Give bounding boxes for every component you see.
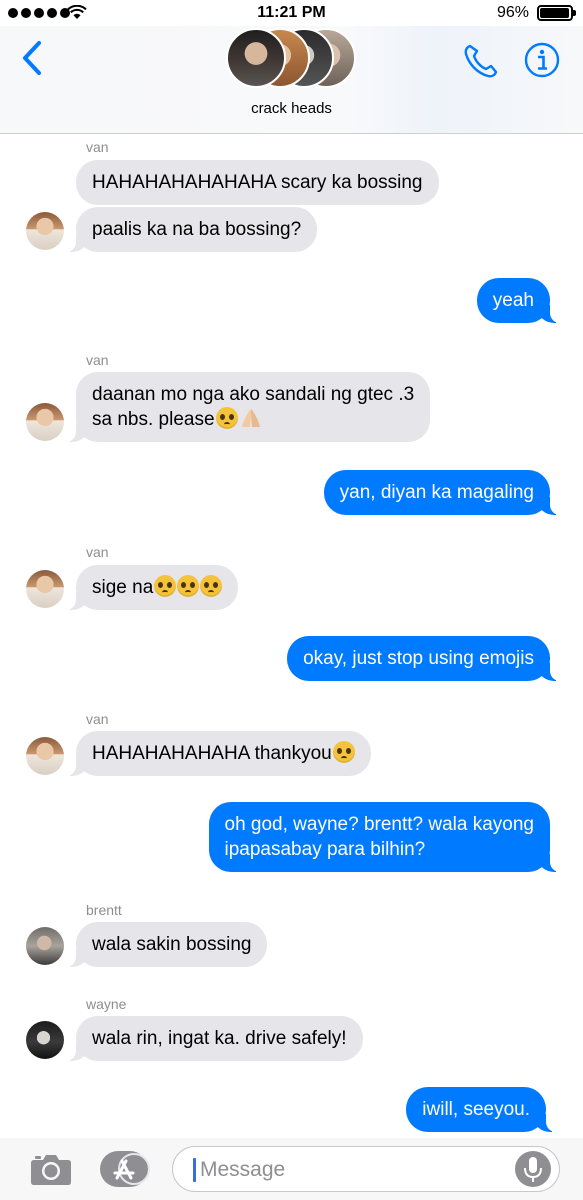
avatar[interactable]	[26, 212, 64, 250]
sender-name: van	[86, 139, 109, 155]
outgoing-message[interactable]: iwill, seeyou.	[406, 1087, 556, 1132]
pleading-face-emoji	[215, 407, 238, 429]
avatar[interactable]	[26, 927, 64, 965]
pleading-face-emoji	[332, 741, 355, 763]
back-chevron-icon[interactable]	[20, 40, 44, 76]
sender-name: van	[86, 711, 109, 727]
outgoing-message[interactable]: okay, just stop using emojis	[287, 636, 560, 681]
outgoing-message[interactable]: yeah	[476, 278, 561, 323]
pleading-face-emoji	[200, 575, 223, 597]
battery-percentage: 96%	[496, 4, 529, 21]
avatar[interactable]	[26, 737, 64, 775]
incoming-message[interactable]: HAHAHAHAHAHAHA scary ka bossing	[76, 160, 439, 205]
group-avatar-1	[226, 28, 286, 88]
status-bar: 11:21 PM 96%	[0, 0, 583, 26]
avatar[interactable]	[26, 570, 64, 608]
message-placeholder: Message	[200, 1158, 286, 1181]
battery-icon	[537, 5, 576, 21]
incoming-message[interactable]: daanan mo nga ako sandali ng gtec .3 sa …	[65, 372, 431, 442]
pleading-face-emoji	[177, 575, 200, 597]
outgoing-message[interactable]: yan, diyan ka magaling	[323, 470, 561, 515]
outgoing-message[interactable]: oh god, wayne? brentt? wala kayong ipapa…	[208, 802, 560, 872]
status-time: 11:21 PM	[257, 4, 326, 21]
sender-name: van	[86, 544, 109, 560]
pleading-face-emoji	[154, 575, 177, 597]
conversation-header: crack heads	[0, 26, 583, 134]
folded-hands-emoji	[241, 409, 260, 427]
phone-icon[interactable]	[462, 42, 500, 80]
avatar[interactable]	[26, 403, 64, 441]
camera-icon[interactable]	[30, 1152, 72, 1186]
avatar[interactable]	[26, 1021, 64, 1059]
sender-name: brentt	[86, 902, 122, 918]
message-input[interactable]: Message	[172, 1146, 560, 1192]
group-name[interactable]: crack heads	[0, 100, 583, 117]
incoming-message[interactable]: paalis ka na ba bossing?	[65, 207, 318, 252]
incoming-message[interactable]: sige na	[65, 565, 239, 610]
app-store-icon[interactable]	[100, 1151, 150, 1187]
microphone-icon[interactable]	[515, 1151, 551, 1187]
info-icon[interactable]	[524, 42, 560, 78]
group-avatars[interactable]	[226, 28, 358, 90]
sender-name: van	[86, 352, 109, 368]
incoming-message[interactable]: wala sakin bossing	[65, 922, 268, 967]
sender-name: wayne	[86, 996, 127, 1012]
incoming-message[interactable]: wala rin, ingat ka. drive safely!	[66, 1016, 363, 1061]
incoming-message[interactable]: HAHAHAHAHAHA thankyou	[66, 731, 371, 776]
message-composer: Message	[0, 1138, 583, 1200]
